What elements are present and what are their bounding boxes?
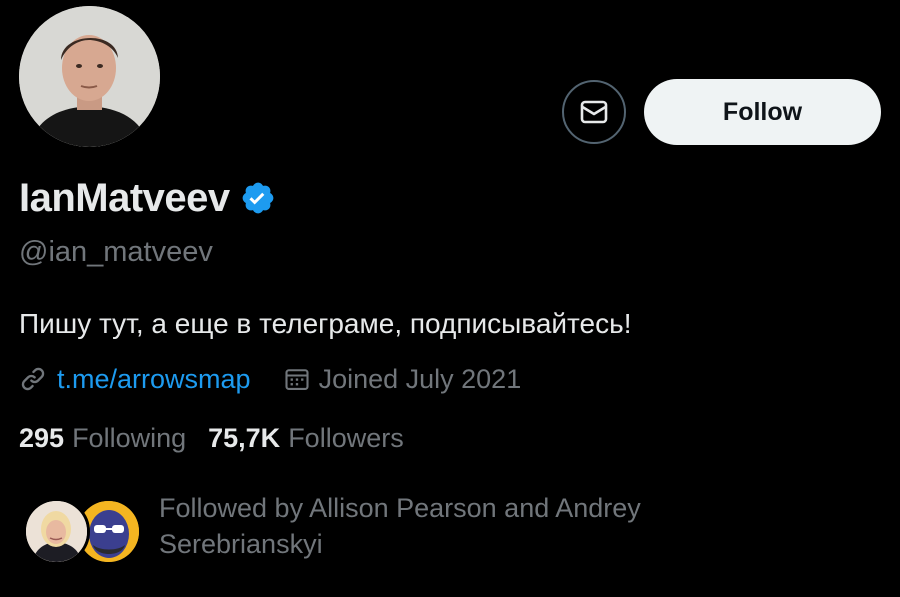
- user-handle: @ian_matveev: [19, 236, 213, 268]
- message-button[interactable]: [562, 80, 626, 144]
- joined-text: Joined July 2021: [318, 363, 522, 394]
- link-icon: [19, 365, 47, 393]
- profile-avatar[interactable]: [19, 6, 160, 147]
- joined-date: Joined July 2021: [283, 363, 522, 395]
- following-count: 295: [19, 423, 65, 453]
- profile-link-text[interactable]: t.me/arrowsmap: [57, 364, 251, 395]
- display-name-row: IanMatveev: [19, 174, 276, 222]
- envelope-icon: [580, 100, 608, 124]
- profile-meta-row: t.me/arrowsmap Joined July 2021: [19, 362, 521, 396]
- followed-by-text[interactable]: Followed by Allison Pearson and Andrey S…: [159, 490, 719, 562]
- calendar-icon: [283, 365, 311, 393]
- profile-bio: Пишу тут, а еще в телеграме, подписывайт…: [19, 308, 632, 339]
- display-name: IanMatveev: [19, 175, 230, 220]
- following-label: Following: [72, 423, 187, 453]
- followed-by-section[interactable]: Followed by Allison Pearson and Andrey S…: [23, 490, 883, 580]
- profile-stats: 295 Following 75,7K Followers: [19, 423, 404, 454]
- following-stat[interactable]: 295 Following: [19, 423, 186, 454]
- follow-button[interactable]: Follow: [644, 79, 881, 145]
- verified-badge-icon[interactable]: [240, 180, 276, 216]
- followers-label: Followers: [288, 423, 404, 453]
- profile-link[interactable]: t.me/arrowsmap: [19, 364, 251, 395]
- followers-count: 75,7K: [208, 423, 281, 453]
- followers-stat[interactable]: 75,7K Followers: [208, 423, 404, 454]
- mutual-follower-avatar: [23, 498, 90, 565]
